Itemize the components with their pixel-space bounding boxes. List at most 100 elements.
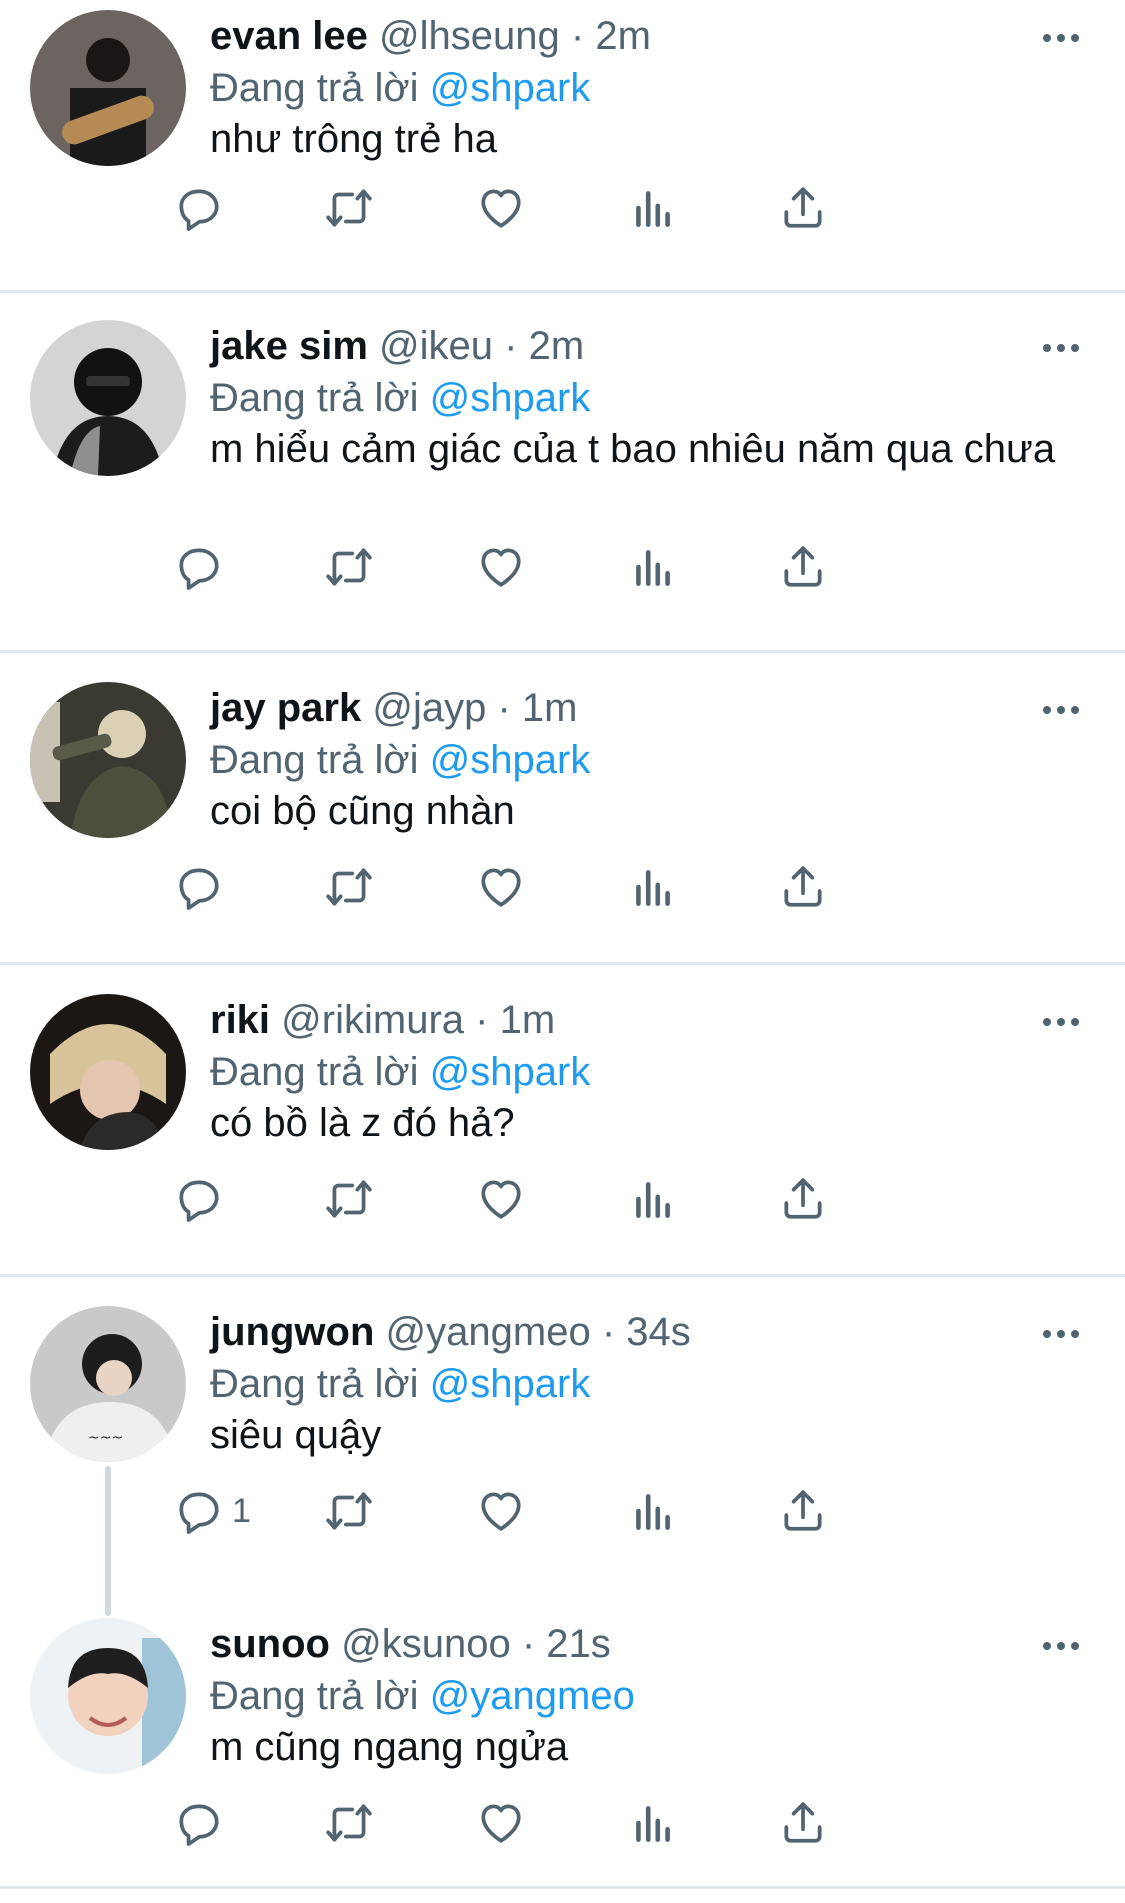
avatar[interactable] <box>30 682 186 838</box>
avatar[interactable]: ~~~ <box>30 1306 186 1462</box>
retweet-icon <box>324 1798 374 1848</box>
replying-to: Đang trả lời @shpark <box>210 372 590 424</box>
retweet-icon <box>324 542 374 592</box>
like-button[interactable] <box>476 1169 526 1229</box>
views-button[interactable] <box>628 1169 678 1229</box>
share-button[interactable] <box>778 857 828 917</box>
views-button[interactable] <box>628 1481 678 1541</box>
analytics-icon <box>628 862 678 912</box>
timestamp[interactable]: 2m <box>529 324 585 368</box>
tweet-header: sunoo @ksunoo · 21s <box>210 1618 611 1670</box>
replying-to: Đang trả lời @shpark <box>210 734 590 786</box>
timestamp[interactable]: 34s <box>626 1310 691 1354</box>
share-icon <box>778 1798 828 1848</box>
reply-button[interactable] <box>174 857 232 917</box>
user-handle[interactable]: @ikeu <box>379 324 493 368</box>
share-button[interactable] <box>778 178 828 238</box>
tweet[interactable]: evan lee @lhseung · 2m Đang trả lời @shp… <box>0 10 1125 290</box>
reply-icon <box>174 1486 224 1536</box>
user-handle[interactable]: @rikimura <box>281 998 464 1042</box>
avatar[interactable] <box>30 1618 186 1774</box>
share-icon <box>778 183 828 233</box>
tweet[interactable]: jay park @jayp · 1m Đang trả lời @shpark… <box>0 682 1125 962</box>
timestamp[interactable]: 1m <box>522 686 578 730</box>
tweet[interactable]: ~~~ jungwon @yangmeo · 34s Đang trả lời … <box>0 1306 1125 1596</box>
mention-link[interactable]: @shpark <box>430 1050 591 1094</box>
svg-text:~~~: ~~~ <box>88 1430 123 1446</box>
display-name[interactable]: riki <box>210 998 270 1042</box>
more-icon[interactable] <box>1038 700 1084 720</box>
more-icon[interactable] <box>1038 338 1084 358</box>
divider <box>0 1886 1125 1889</box>
like-button[interactable] <box>476 1481 526 1541</box>
like-button[interactable] <box>476 857 526 917</box>
tweet-header: evan lee @lhseung · 2m <box>210 10 651 62</box>
display-name[interactable]: jay park <box>210 686 361 730</box>
reply-button[interactable] <box>174 178 232 238</box>
heart-icon <box>476 1798 526 1848</box>
user-handle[interactable]: @jayp <box>372 686 486 730</box>
analytics-icon <box>628 1174 678 1224</box>
share-button[interactable] <box>778 1169 828 1229</box>
user-handle[interactable]: @lhseung <box>379 14 560 58</box>
share-icon <box>778 862 828 912</box>
views-button[interactable] <box>628 857 678 917</box>
more-icon[interactable] <box>1038 1012 1084 1032</box>
analytics-icon <box>628 542 678 592</box>
user-handle[interactable]: @yangmeo <box>386 1310 591 1354</box>
tweet-header: jake sim @ikeu · 2m <box>210 320 584 372</box>
mention-link[interactable]: @shpark <box>430 738 591 782</box>
views-button[interactable] <box>628 537 678 597</box>
display-name[interactable]: sunoo <box>210 1622 330 1666</box>
like-button[interactable] <box>476 1793 526 1853</box>
share-button[interactable] <box>778 1793 828 1853</box>
replying-to: Đang trả lời @shpark <box>210 1046 590 1098</box>
replying-to-label: Đang trả lời <box>210 1674 419 1718</box>
retweet-button[interactable] <box>324 1793 374 1853</box>
reply-count: 1 <box>232 1491 251 1530</box>
mention-link[interactable]: @shpark <box>430 376 591 420</box>
retweet-button[interactable] <box>324 1481 374 1541</box>
timestamp[interactable]: 1m <box>500 998 556 1042</box>
replying-to: Đang trả lời @shpark <box>210 62 590 114</box>
timestamp[interactable]: 2m <box>595 14 651 58</box>
tweet[interactable]: riki @rikimura · 1m Đang trả lời @shpark… <box>0 994 1125 1274</box>
views-button[interactable] <box>628 1793 678 1853</box>
tweet[interactable]: sunoo @ksunoo · 21s Đang trả lời @yangme… <box>0 1618 1125 1903</box>
analytics-icon <box>628 1798 678 1848</box>
share-button[interactable] <box>778 537 828 597</box>
avatar[interactable] <box>30 320 186 476</box>
mention-link[interactable]: @yangmeo <box>430 1674 635 1718</box>
avatar[interactable] <box>30 994 186 1150</box>
avatar[interactable] <box>30 10 186 166</box>
reply-button[interactable] <box>174 1169 232 1229</box>
reply-button[interactable] <box>174 537 232 597</box>
like-button[interactable] <box>476 178 526 238</box>
tweet-header: riki @rikimura · 1m <box>210 994 555 1046</box>
like-button[interactable] <box>476 537 526 597</box>
mention-link[interactable]: @shpark <box>430 66 591 110</box>
display-name[interactable]: jake sim <box>210 324 368 368</box>
display-name[interactable]: evan lee <box>210 14 368 58</box>
more-icon[interactable] <box>1038 1636 1084 1656</box>
share-button[interactable] <box>778 1481 828 1541</box>
share-icon <box>778 1174 828 1224</box>
mention-link[interactable]: @shpark <box>430 1362 591 1406</box>
retweet-button[interactable] <box>324 857 374 917</box>
views-button[interactable] <box>628 178 678 238</box>
action-bar <box>179 1793 1010 1853</box>
retweet-button[interactable] <box>324 537 374 597</box>
display-name[interactable]: jungwon <box>210 1310 374 1354</box>
separator-dot: · <box>521 1622 536 1666</box>
reply-button[interactable]: 1 <box>174 1481 251 1541</box>
more-icon[interactable] <box>1038 28 1084 48</box>
tweet-header: jay park @jayp · 1m <box>210 682 577 734</box>
retweet-button[interactable] <box>324 178 374 238</box>
retweet-button[interactable] <box>324 1169 374 1229</box>
tweet[interactable]: jake sim @ikeu · 2m Đang trả lời @shpark… <box>0 320 1125 650</box>
tweet-text: siêu quậy <box>210 1413 382 1457</box>
more-icon[interactable] <box>1038 1324 1084 1344</box>
timestamp[interactable]: 21s <box>546 1622 611 1666</box>
reply-button[interactable] <box>174 1793 232 1853</box>
user-handle[interactable]: @ksunoo <box>341 1622 511 1666</box>
